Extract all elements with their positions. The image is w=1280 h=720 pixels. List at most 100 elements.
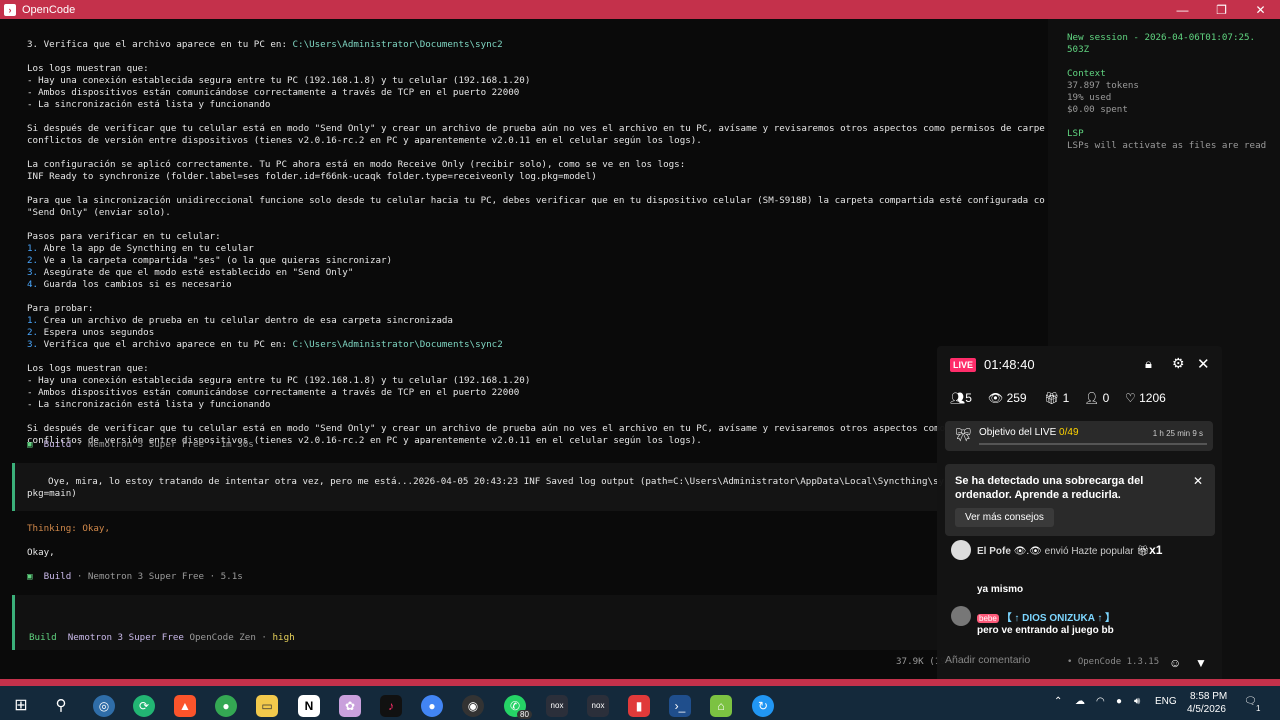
cloud-icon[interactable]: ☁ <box>1075 696 1085 707</box>
gifts-stat: 🎁︎ 1 <box>1044 391 1070 405</box>
output-line: - La sincronización está lista y funcion… <box>27 99 271 110</box>
live-badge: LIVE <box>950 358 977 372</box>
output-line: 2. Espera unos segundos <box>27 327 155 338</box>
build-status-1: ▣ Build · Nemotron 3 Super Free · 1m 30s <box>27 439 254 451</box>
output-line: "Send Only" (enviar solo). <box>27 207 171 218</box>
output-line: Para probar: <box>27 303 94 314</box>
user-message-line2: pkg=main) <box>27 488 77 499</box>
app-icon[interactable]: ✿ <box>339 695 361 717</box>
powershell-icon[interactable]: ›_ <box>669 695 691 717</box>
output-line: Los logs muestran que: <box>27 63 149 74</box>
output-line: 3. Verifica que el archivo aparece en tu… <box>27 39 503 50</box>
live-stream-panel: LIVE 01:48:40 🔒︎ ⚙ ✕ 👥︎5 👁︎ 259 🎁︎ 1 👤︎ … <box>937 346 1222 686</box>
filter-icon[interactable]: ▼ <box>1195 656 1207 670</box>
android-icon[interactable]: ⌂ <box>710 695 732 717</box>
more-tips-button[interactable]: Ver más consejos <box>955 508 1054 527</box>
list-number: 4. <box>27 279 39 290</box>
output-line: conflictos de versión entre dispositivos… <box>27 135 702 146</box>
mic-icon[interactable]: ● <box>1116 696 1122 707</box>
window-title: OpenCode <box>22 3 76 16</box>
lock-icon[interactable]: 🔒︎ <box>1145 356 1152 372</box>
globe-app-icon[interactable]: ◎ <box>93 695 115 717</box>
gear-icon[interactable]: ⚙ <box>1172 355 1185 372</box>
github-icon[interactable]: ◉ <box>462 695 484 717</box>
file-explorer-icon[interactable]: ▭ <box>256 695 278 717</box>
comment-text: pero ve entrando al juego bb <box>977 625 1114 636</box>
refresh-app-icon[interactable]: ⟳ <box>133 695 155 717</box>
tiktok-icon[interactable]: ♪ <box>380 695 402 717</box>
live-goal[interactable]: 🎀︎ Objetivo del LIVE 0/49 1 h 25 min 9 s <box>945 421 1213 451</box>
output-line: 4. Guarda los cambios si es necesario <box>27 279 232 290</box>
fan-badge: bebe <box>977 614 999 623</box>
volume-icon[interactable]: 🔊︎ <box>1134 696 1140 707</box>
views-stat: 👁︎ 259 <box>988 391 1027 405</box>
notification-icon[interactable]: 🗨︎ <box>1244 696 1257 707</box>
brave-icon[interactable]: ▲ <box>174 695 196 717</box>
terminal-output: 3. Verifica que el archivo aparece en tu… <box>0 19 1045 679</box>
windows-start-icon[interactable]: ⊞ <box>10 695 32 717</box>
output-line: INF Ready to synchronize (folder.label=s… <box>27 171 597 182</box>
minimize-button[interactable]: — <box>1163 3 1202 17</box>
prompt-input[interactable]: Build Nemotron 3 Super Free OpenCode Zen… <box>12 595 945 650</box>
output-line: Si después de verificar que tu celular e… <box>27 123 1045 134</box>
output-line: 3. Verifica que el archivo aparece en tu… <box>27 339 503 350</box>
output-line: 2. Ve a la carpeta compartida "ses" (o l… <box>27 255 393 266</box>
search-icon[interactable]: ⚲ <box>50 695 72 717</box>
wifi-icon[interactable]: ◠ <box>1096 696 1105 707</box>
maximize-button[interactable]: ❐ <box>1202 3 1241 17</box>
chevron-up-icon[interactable]: ⌃ <box>1054 696 1062 707</box>
comment-text: ya mismo <box>977 584 1024 595</box>
output-line: - Ambos dispositivos están comunicándose… <box>27 387 520 398</box>
users-icon: 👥︎ <box>950 391 966 405</box>
add-user-icon: 👤︎ <box>1084 391 1100 405</box>
chrome-icon[interactable]: ● <box>215 695 237 717</box>
build-meta: · Nemotron 3 Super Free · 5.1s <box>71 571 243 582</box>
output-line: Si después de verificar que tu celular e… <box>27 423 1045 434</box>
build-icon: ▣ <box>27 439 33 450</box>
app-red-icon[interactable]: ▮ <box>628 695 650 717</box>
list-number: 3. <box>27 339 39 350</box>
lsp-label: LSP <box>1067 128 1084 139</box>
nox-icon-2[interactable]: nox <box>587 695 609 717</box>
goal-label: Objetivo del LIVE 0/49 <box>979 427 1079 438</box>
list-number: 2. <box>27 327 39 338</box>
likes-stat: ♡ 1206 <box>1125 391 1166 405</box>
output-line: La configuración se aplicó correctamente… <box>27 159 686 170</box>
build-label: Build <box>43 571 72 582</box>
sync-icon[interactable]: ↻ <box>752 695 774 717</box>
model-label[interactable]: Nemotron 3 Super Free <box>68 632 184 643</box>
context-label: Context <box>1067 68 1106 79</box>
build-meta: · Nemotron 3 Super Free · 1m 30s <box>71 439 254 450</box>
avatar <box>951 606 971 626</box>
goal-icon: 🎀︎ <box>955 427 972 442</box>
prompt-status: Build Nemotron 3 Super Free OpenCode Zen… <box>29 632 295 643</box>
title-bar: › OpenCode — ❐ ✕ <box>0 0 1280 19</box>
emoji-icon[interactable]: ☺ <box>1169 656 1181 670</box>
clock-time[interactable]: 8:58 PM <box>1190 691 1227 702</box>
user-message: Oye, mira, lo estoy tratando de intentar… <box>12 463 977 511</box>
user-message-line1: Oye, mira, lo estoy tratando de intentar… <box>48 476 978 487</box>
output-line: 1. Abre la app de Syncthing en tu celula… <box>27 243 254 254</box>
goal-progress <box>979 443 1207 445</box>
goal-remaining: 1 h 25 min 9 s <box>1152 429 1203 438</box>
gift-icon: 🎁︎ <box>1044 391 1060 405</box>
level-label[interactable]: high <box>273 632 295 643</box>
nox-icon[interactable]: nox <box>546 695 568 717</box>
output-line: - Ambos dispositivos están comunicándose… <box>27 87 520 98</box>
overload-warning: Se ha detectado una sobrecarga del orden… <box>945 464 1215 536</box>
clock-date[interactable]: 4/5/2026 <box>1187 704 1226 715</box>
close-icon[interactable]: ✕ <box>1197 355 1210 373</box>
build-label: Build <box>43 439 72 450</box>
dismiss-icon[interactable]: ✕ <box>1193 474 1203 488</box>
token-count: 37.897 tokens <box>1067 80 1139 91</box>
warning-text: Se ha detectado una sobrecarga del orden… <box>955 475 1144 501</box>
language-indicator[interactable]: ENG <box>1155 696 1177 707</box>
gift-notification: El Pofe 👁.👁 envió Hazte popular 🎁︎x1 <box>977 543 1163 557</box>
reply-text: Okay, <box>27 547 55 558</box>
close-button[interactable]: ✕ <box>1241 3 1280 17</box>
notion-icon[interactable]: N <box>298 695 320 717</box>
chrome-profile-icon[interactable]: ● <box>421 695 443 717</box>
mode-label[interactable]: Build <box>29 632 57 643</box>
avatar <box>951 540 971 560</box>
lsp-text: LSPs will activate as files are read <box>1067 140 1267 151</box>
